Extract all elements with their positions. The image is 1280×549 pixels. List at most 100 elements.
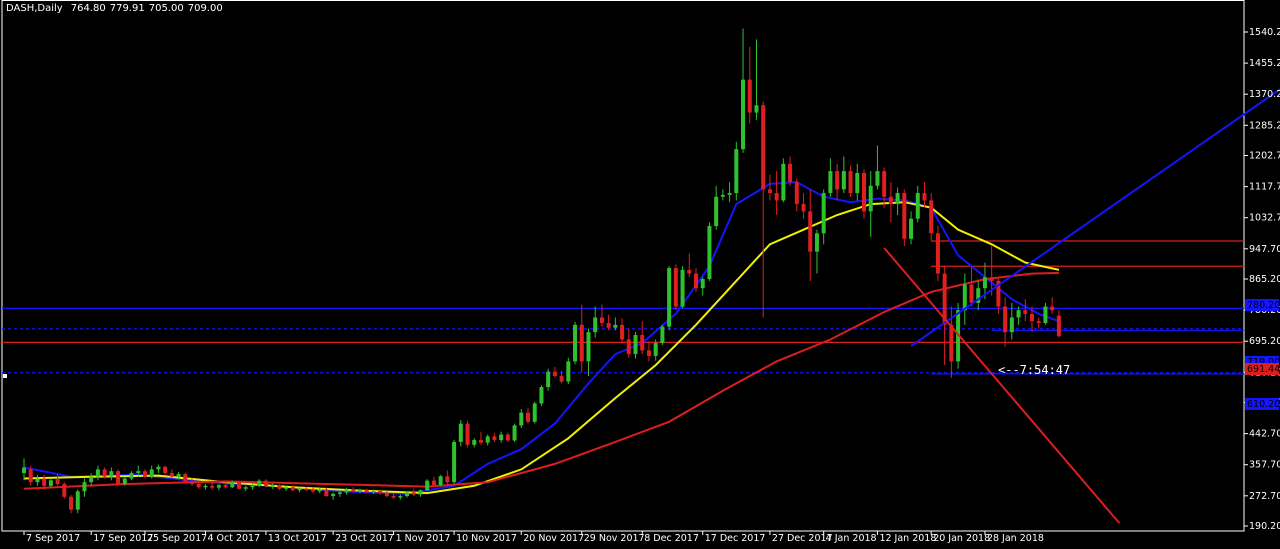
candle-body <box>257 480 262 486</box>
candle-body <box>358 490 362 492</box>
y-tick-label: 1370.20 <box>1249 89 1280 100</box>
candle-body <box>909 218 914 239</box>
candle-body <box>452 441 457 483</box>
candle-body <box>781 163 786 201</box>
candle-body <box>801 204 806 212</box>
candle-body <box>687 269 692 274</box>
candle-body <box>1056 315 1061 337</box>
candle-body <box>734 149 739 194</box>
x-tick-label: 23 Oct 2017 <box>335 533 394 544</box>
candle-body <box>277 485 282 489</box>
candle-body <box>754 105 759 113</box>
candle-body <box>163 466 168 474</box>
candle-body <box>102 469 107 477</box>
candle-body <box>1023 310 1028 314</box>
candle-body <box>694 273 698 289</box>
candle-body <box>478 440 483 443</box>
x-tick-label: 8 Dec 2017 <box>644 533 699 544</box>
candle-body <box>405 492 410 497</box>
candle-body <box>848 171 853 194</box>
y-tick-label: 1540.20 <box>1249 27 1280 38</box>
candle-body <box>922 193 927 201</box>
y-tick-label: 695.20 <box>1249 336 1280 347</box>
x-tick-label: 20 Jan 2018 <box>933 533 990 544</box>
candle-body <box>640 335 645 351</box>
candle-body <box>62 483 67 497</box>
candle-body <box>75 491 80 510</box>
x-tick-label: 17 Dec 2017 <box>705 533 766 544</box>
candle-body <box>55 479 60 484</box>
chart-header: DASH,Daily 764.80 779.91 705.00 709.00 <box>6 3 227 14</box>
candle-body <box>841 171 846 190</box>
candle-body <box>425 480 430 491</box>
candle-body <box>808 211 813 252</box>
candle-body <box>915 193 920 219</box>
candle-body <box>767 189 772 194</box>
candle-body <box>337 492 342 494</box>
candle-body <box>1050 306 1055 311</box>
candle-body <box>243 487 248 489</box>
candle-body <box>532 403 537 422</box>
candle-body <box>1009 317 1014 333</box>
candle-body <box>331 493 336 497</box>
candle-body <box>855 172 860 194</box>
candle-body <box>868 185 873 212</box>
candle-body <box>237 482 242 489</box>
candle-body <box>774 193 779 201</box>
candle-body <box>747 79 752 113</box>
x-tick-label: 25 Sep 2017 <box>147 533 207 544</box>
candle-body <box>411 492 416 495</box>
candle-body <box>28 469 33 483</box>
chart-area: 1540.20 1455.20 1370.20 1285.20 1202.70 1117.… <box>0 0 1280 549</box>
candle-body <box>109 471 114 477</box>
y-tick-label: 1285.20 <box>1249 120 1280 131</box>
candle-body <box>962 284 967 311</box>
candle-body <box>599 317 604 323</box>
candle-body <box>519 412 524 426</box>
candle-body <box>875 171 880 186</box>
y-tick-label: 190.20 <box>1249 521 1280 532</box>
left-marker <box>3 374 7 378</box>
candle-body <box>89 476 94 483</box>
candle-body <box>512 425 517 441</box>
candle-body <box>223 485 228 488</box>
candle-body <box>788 163 793 183</box>
candle-body <box>888 196 893 205</box>
candle-body <box>270 485 275 487</box>
candle-body <box>559 376 564 382</box>
price-chart[interactable]: 1540.20 1455.20 1370.20 1285.20 1202.70 1117.… <box>0 0 1280 549</box>
y-tick-label: 442.70 <box>1249 429 1280 440</box>
candle-body <box>546 371 551 388</box>
candle-body <box>633 335 638 355</box>
y-tick-label: 947.70 <box>1249 244 1280 255</box>
candle-body <box>902 193 907 239</box>
candle-body <box>22 467 26 474</box>
candle-body <box>727 193 732 195</box>
candle-body <box>989 277 994 281</box>
candle-body <box>378 490 383 494</box>
candle-body <box>485 436 490 443</box>
candle-body <box>660 326 665 344</box>
candle-body <box>935 233 940 274</box>
candle-body <box>230 482 235 488</box>
x-tick-label: 12 Jan 2018 <box>879 533 936 544</box>
candle-body <box>707 226 712 280</box>
candle-body <box>418 490 423 495</box>
y-tick-label: 357.70 <box>1249 460 1280 471</box>
candle-body <box>465 423 470 445</box>
candle-body <box>646 350 651 356</box>
candle-body <box>573 324 578 362</box>
candle-body <box>929 200 934 234</box>
candle-body <box>196 483 201 488</box>
candle-body <box>48 480 53 486</box>
candle-body <box>741 79 746 150</box>
moving-average-yellow <box>23 201 1060 495</box>
candle-body <box>458 423 463 442</box>
candle-body <box>949 324 954 362</box>
x-tick-label: 4 Oct 2017 <box>207 533 260 544</box>
candle-body <box>149 469 154 477</box>
candle-body <box>552 371 557 377</box>
ohlc-open: 764.80 <box>70 3 106 14</box>
candle-body <box>526 412 530 422</box>
candle-body <box>216 485 221 488</box>
